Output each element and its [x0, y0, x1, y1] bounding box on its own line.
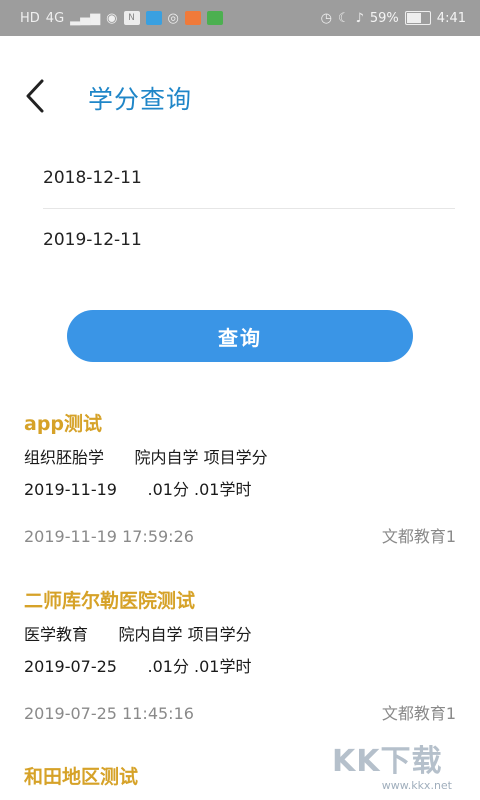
record-course: 医学教育 [24, 625, 89, 644]
page-title: 学分查询 [88, 85, 193, 114]
status-bar-right: ◷ ☾ ♪ 59% 4:41 [321, 11, 466, 26]
record-title: app测试 [24, 413, 103, 435]
bell-muted-icon: ♪ [355, 10, 364, 26]
start-date-field[interactable]: 2018-12-11 [43, 148, 455, 209]
start-date-value: 2018-12-11 [43, 168, 142, 188]
battery-level-fill [406, 13, 421, 23]
record-category: 院内自学 项目学分 [134, 448, 268, 467]
end-date-value: 2019-12-11 [43, 230, 142, 250]
query-button[interactable]: 查询 [67, 310, 413, 362]
status-bar: HD 4G ▂▄▆ ◉ N ◎ ◷ ☾ ♪ 59% 4:41 [0, 0, 480, 36]
eye-icon: ◉ [106, 10, 118, 26]
back-button[interactable] [22, 78, 52, 114]
record-credits: .01分 .01学时 [147, 480, 252, 499]
record-organization: 文都教育1 [381, 704, 456, 723]
battery-icon [404, 11, 431, 25]
record-credit-line: 2019-11-19 .01分 .01学时 [24, 477, 456, 503]
signal-indicator: 4G [45, 10, 65, 26]
credit-record[interactable]: 二师库尔勒医院测试 医学教育 院内自学 项目学分 2019-07-25 .01分… [24, 586, 456, 726]
record-organization: 文都教育1 [381, 527, 456, 546]
record-timestamp: 2019-07-25 11:45:16 [24, 704, 194, 723]
app-notification-icon-2 [184, 11, 201, 25]
record-category: 院内自学 项目学分 [118, 625, 252, 644]
record-date: 2019-07-25 [24, 657, 117, 676]
record-course-line: 医学教育 院内自学 项目学分 [24, 622, 456, 648]
record-credits: .01分 .01学时 [147, 657, 252, 676]
clock: 4:41 [436, 10, 466, 26]
record-course: 组织胚胎学 [24, 448, 105, 467]
record-timestamp: 2019-11-19 17:59:26 [24, 527, 194, 546]
record-date: 2019-11-19 [24, 480, 117, 499]
app-notification-icon [145, 11, 162, 25]
record-footer: 2019-07-25 11:45:16 文都教育1 [24, 702, 456, 726]
record-title: 二师库尔勒医院测试 [24, 590, 196, 612]
nfc-icon: N [123, 11, 140, 25]
hd-indicator: HD [20, 10, 40, 26]
record-course-line: 组织胚胎学 院内自学 项目学分 [24, 445, 456, 471]
signal-bars-icon: ▂▄▆ [70, 10, 101, 26]
record-footer: 2019-11-19 17:59:26 文都教育1 [24, 525, 456, 549]
battery-percent: 59% [369, 10, 399, 26]
alarm-icon: ◷ [320, 10, 332, 26]
chevron-left-icon [26, 79, 44, 113]
moon-icon: ☾ [337, 10, 350, 26]
credit-record[interactable]: app测试 组织胚胎学 院内自学 项目学分 2019-11-19 .01分 .0… [24, 409, 456, 549]
app-notification-icon-3 [206, 11, 223, 25]
status-bar-left: HD 4G ▂▄▆ ◉ N ◎ [20, 11, 223, 26]
watermark-logo: KK下载 www.kkx.net [332, 744, 452, 793]
record-credit-line: 2019-07-25 .01分 .01学时 [24, 654, 456, 680]
end-date-field[interactable]: 2019-12-11 [43, 210, 455, 270]
wechat-icon: ◎ [167, 10, 179, 26]
